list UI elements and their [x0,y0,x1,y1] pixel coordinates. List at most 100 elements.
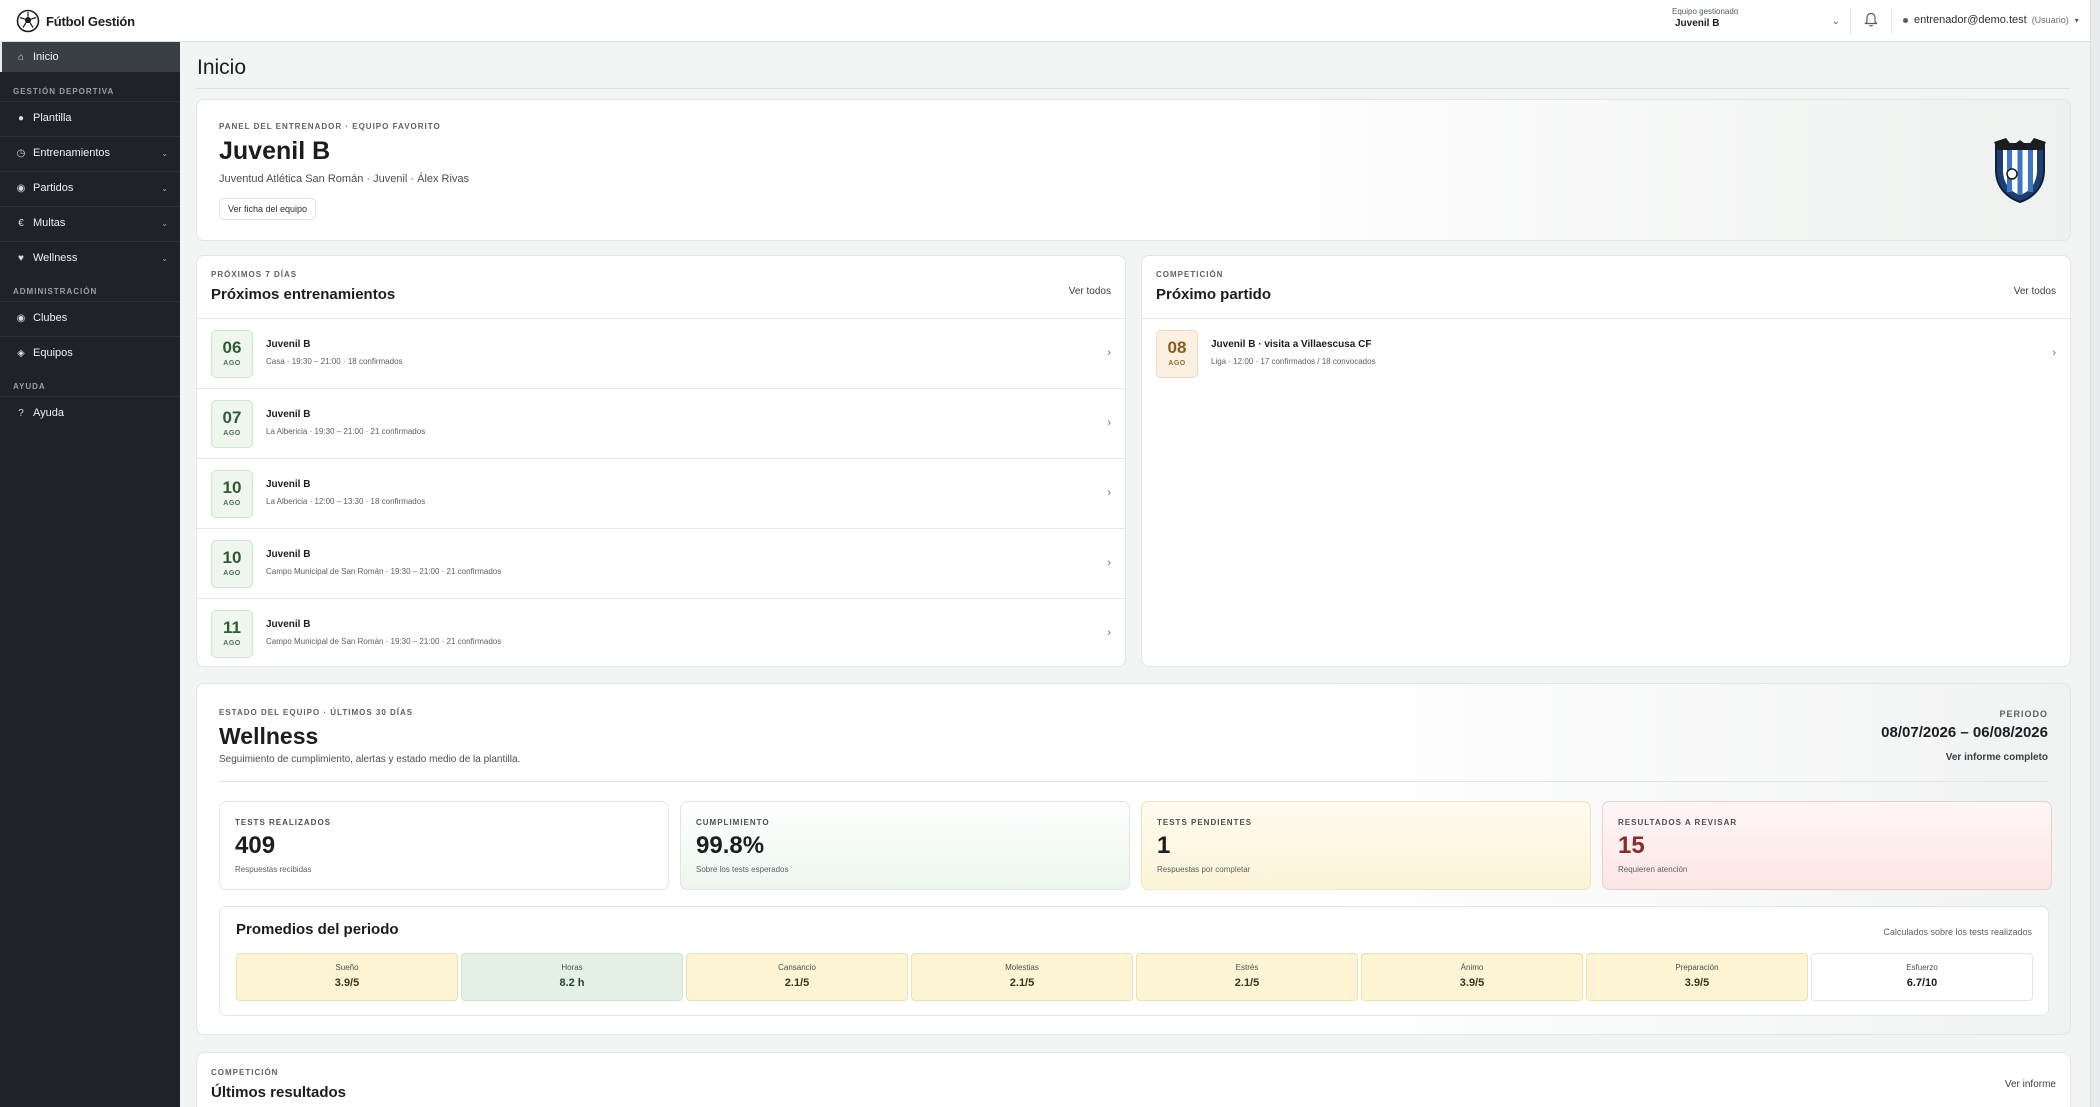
metric-value: 3.9/5 [1459,977,1485,989]
user-email: entrenador@demo.test [1914,14,2027,26]
stat-description: Respuestas recibidas [235,865,312,874]
metric-value: 2.1/5 [1009,977,1035,989]
sidebar-item-partidos[interactable]: ◉ Partidos ⌄ [0,173,180,203]
question-icon: ? [18,407,24,419]
stat-description: Requieren atención [1618,865,1688,874]
view-team-button[interactable]: Ver ficha del equipo [219,198,317,220]
stat-label: TESTS PENDIENTES [1157,818,1253,827]
match-row[interactable]: 08 AGO Juvenil B · visita a Villaescusa … [1142,319,2070,389]
chevron-down-icon: ⌄ [161,148,168,158]
brand[interactable]: Fútbol Gestión [16,9,135,33]
divider [1891,8,1892,34]
sidebar-item-label: Multas [33,217,66,229]
view-all-matches-link[interactable]: Ver todos [2014,286,2056,297]
stat-card-to-review: RESULTADOS A REVISAR 15 Requieren atenci… [1602,801,2052,890]
sidebar-item-equipos[interactable]: ◈ Equipos [0,338,180,368]
home-icon: ⌂ [17,51,25,63]
stat-value: 99.8% [696,832,765,859]
stat-value: 1 [1157,832,1171,859]
top-bar: Fútbol Gestión Equipo gestionado Juvenil… [0,0,2090,42]
training-title: Juvenil B [266,409,311,420]
team-select-label: Equipo gestionado [1672,7,1739,16]
euro-icon: € [18,217,24,229]
date-month: AGO [223,430,241,437]
latest-results-panel: COMPETICIÓN Últimos resultados Ver infor… [196,1052,2071,1107]
metric-horas: Horas 8.2 h [461,953,683,1001]
date-badge: 07 AGO [211,400,253,448]
sidebar-item-label: Clubes [33,312,68,324]
date-day: 11 [223,618,241,637]
heart-icon: ♥ [18,252,24,264]
status-dot-icon [1903,17,1908,23]
view-all-trainings-link[interactable]: Ver todos [1069,286,1111,297]
clock-icon: ◷ [16,147,26,159]
sidebar-item-inicio[interactable]: ⌂ Inicio [0,42,180,72]
stat-value: 15 [1618,832,1645,859]
sidebar-item-multas[interactable]: € Multas ⌄ [0,208,180,238]
training-details: Campo Municipal de San Román · 19:30 – 2… [266,567,502,576]
match-title: Juvenil B · visita a Villaescusa CF [1211,339,1372,350]
panel-eyebrow: PRÓXIMOS 7 DÍAS [211,270,298,279]
match-details: Liga · 12:00 · 17 confirmados / 18 convo… [1211,357,1376,366]
sidebar-item-label: Equipos [33,347,73,359]
team-select[interactable]: Equipo gestionado Juvenil B ⌄ [1672,7,1840,35]
club-icon: ◉ [16,312,26,324]
stat-description: Sobre los tests esperados [696,865,789,874]
training-row[interactable]: 06 AGO Juvenil B Casa · 19:30 – 21:00 · … [197,319,1125,389]
divider [0,396,180,397]
sidebar-item-clubes[interactable]: ◉ Clubes [0,303,180,333]
bell-icon[interactable] [1862,11,1880,29]
divider [0,301,180,302]
training-row[interactable]: 07 AGO Juvenil B La Albericia · 19:30 – … [197,389,1125,459]
metric-label: Molestias [1005,963,1039,972]
metric-preparacion: Preparación 3.9/5 [1586,953,1808,1001]
divider [219,781,2049,782]
date-day: 07 [222,408,242,427]
sidebar-item-label: Inicio [33,51,59,63]
metric-value: 3.9/5 [1684,977,1710,989]
training-row[interactable]: 10 AGO Juvenil B Campo Municipal de San … [197,529,1125,599]
date-month: AGO [223,500,241,507]
team-select-value: Juvenil B [1675,18,1720,29]
hero-subtitle: Juventud Atlética San Román · Juvenil · … [219,173,470,185]
divider [0,136,180,137]
page-scrollbar[interactable] [2090,0,2100,1107]
training-title: Juvenil B [266,619,311,630]
stat-label: RESULTADOS A REVISAR [1618,818,1738,827]
divider [0,336,180,337]
wellness-panel: ESTADO DEL EQUIPO · ÚLTIMOS 30 DÍAS Well… [196,683,2071,1035]
date-day: 10 [222,548,242,567]
metric-label: Sueño [335,963,359,972]
sidebar-item-ayuda[interactable]: ? Ayuda [0,398,180,428]
divider [196,88,2070,89]
date-month: AGO [223,570,241,577]
hero-eyebrow: PANEL DEL ENTRENADOR · EQUIPO FAVORITO [219,122,441,131]
divider [0,241,180,242]
chevron-right-icon: › [1107,347,1111,359]
sidebar-item-plantilla[interactable]: ● Plantilla [0,103,180,133]
date-badge: 06 AGO [211,330,253,378]
chevron-down-icon: ⌄ [161,253,168,263]
training-row[interactable]: 11 AGO Juvenil B Campo Municipal de San … [197,599,1125,669]
metric-animo: Ánimo 3.9/5 [1361,953,1583,1001]
metric-label: Estrés [1235,963,1259,972]
metric-value: 2.1/5 [784,977,810,989]
soccer-ball-icon [16,9,40,33]
user-menu[interactable]: entrenador@demo.test (Usuario) ▾ [1903,14,2079,26]
full-report-link[interactable]: Ver informe completo [1946,752,2048,763]
wellness-title: Wellness [219,723,319,749]
chevron-down-icon: ▾ [2074,15,2079,25]
training-row[interactable]: 10 AGO Juvenil B La Albericia · 12:00 – … [197,459,1125,529]
chevron-down-icon: ⌄ [161,218,168,228]
sidebar-item-label: Wellness [33,252,78,264]
date-badge: 11 AGO [211,610,253,658]
sidebar-item-wellness[interactable]: ♥ Wellness ⌄ [0,243,180,273]
training-details: La Albericia · 19:30 – 21:00 · 21 confir… [266,427,426,436]
panel-title: Próximo partido [1156,286,1272,303]
view-report-link[interactable]: Ver informe [2005,1079,2056,1090]
averages-title: Promedios del periodo [236,921,399,938]
panel-eyebrow: COMPETICIÓN [1156,270,1224,279]
chevron-down-icon: ⌄ [161,183,168,193]
sidebar-item-entrenamientos[interactable]: ◷ Entrenamientos ⌄ [0,138,180,168]
stat-card-pending: TESTS PENDIENTES 1 Respuestas por comple… [1141,801,1591,890]
